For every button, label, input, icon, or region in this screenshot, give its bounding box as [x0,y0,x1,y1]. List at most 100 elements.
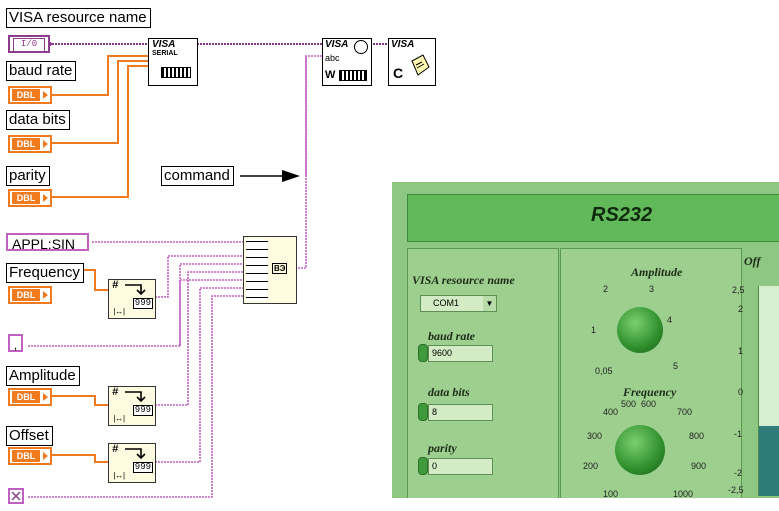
visa-close-vi[interactable]: VISA C [388,38,436,86]
format-num: 999 [132,298,153,309]
appl-sin-constant[interactable]: APPL:SIN [6,233,89,252]
dropdown-arrow-icon[interactable]: ▼ [483,296,496,311]
amplitude-knob[interactable] [617,307,663,353]
comma-constant[interactable]: , [8,334,23,352]
dbl-tag: DBL [12,89,40,101]
amplitude-terminal[interactable]: DBL [8,388,52,406]
terminal-arrow [43,140,48,148]
terminal-arrow [43,452,48,460]
wire-concat-out [295,55,322,269]
freq-tick: 400 [603,407,619,417]
terminal-arrow [43,291,48,299]
io-tag: I/0 [13,38,45,52]
freq-tick: 800 [689,431,705,441]
visa-resource-label: VISA resource name [6,8,151,28]
format-end: |↔| [112,472,127,481]
terminal-arrow [43,194,48,202]
visa-serial-config-vi[interactable]: VISA SERIAL [148,38,198,86]
offset-tick: -2 [734,468,743,478]
freq-tick: 900 [691,461,707,471]
offset-slider-fill [759,426,779,496]
command-label: command [161,166,234,186]
amp-tick: 3 [649,284,655,294]
visa-write-vi[interactable]: VISA abc W [322,38,372,86]
offset-tick: 2 [738,304,744,314]
serial-vi-sub: SERIAL [152,50,178,57]
freq-tick: 300 [587,431,603,441]
wire-parity [52,65,150,198]
terminal-arrow [43,91,48,99]
dbl-tag: DBL [12,138,40,150]
frequency-label-fp: Frequency [623,385,677,399]
baud-label: baud rate [428,329,476,343]
visa-terminal-arrow [48,40,53,48]
format-offset-node[interactable]: # 999 |↔| [108,443,156,483]
baud-rate-label: baud rate [6,61,77,81]
offset-label: Offset [6,426,53,446]
visa-value: COM1 [433,298,460,308]
serial-vi-title: VISA [152,39,176,50]
format-frequency-node[interactable]: # 999 |↔| [108,279,156,319]
freq-tick: 500 [621,399,637,409]
parity-increment-icon[interactable] [418,457,428,475]
offset-tick: -1 [734,429,743,439]
amp-tick: 4 [667,315,673,325]
format-amplitude-node[interactable]: # 999 |↔| [108,386,156,426]
amp-tick: 0,05 [595,366,613,376]
format-hash: # [112,280,119,292]
baud-rate-terminal[interactable]: DBL [8,86,52,104]
amplitude-label-fp: Amplitude [631,265,683,279]
close-vi-title: VISA [391,39,415,50]
concat-inputs-icon [246,239,268,301]
panel-title: RS232 [591,204,653,226]
parity-label-fp: parity [428,441,457,455]
dbl-tag: DBL [12,450,40,462]
format-num: 999 [132,462,153,473]
signal-settings-section: Amplitude 2 3 1 4 0,05 5 Frequency 500 6… [560,248,742,498]
visa-resource-terminal[interactable]: I/0 [8,35,50,53]
dbl-tag: DBL [12,391,40,403]
frequency-knob[interactable] [615,425,665,475]
offset-label-fp: Off [744,254,761,268]
write-vi-sub: abc [325,53,340,63]
offset-slider[interactable] [758,286,779,496]
format-num: 999 [132,405,153,416]
offset-tick: 0 [738,387,744,397]
baud-increment-icon[interactable] [418,344,428,362]
dbl-tag: DBL [12,192,40,204]
data-bits-label: data bits [6,110,70,130]
end-of-line-constant[interactable] [8,488,24,504]
concat-label: ВЭ [272,263,288,274]
terminal-arrow [43,393,48,401]
front-panel: RS232 VISA resource name COM1 ▼ baud rat… [392,182,779,498]
frequency-label: Frequency [6,263,84,283]
parity-input[interactable]: 0 [428,458,493,475]
format-end: |↔| [112,308,127,317]
serial-settings-section: VISA resource name COM1 ▼ baud rate 9600… [407,248,559,498]
offset-tick: -2,5 [728,485,744,495]
data-bits-terminal[interactable]: DBL [8,135,52,153]
offset-terminal[interactable]: DBL [8,447,52,465]
baud-input[interactable]: 9600 [428,345,493,362]
freq-tick: 200 [583,461,599,471]
freq-tick: 100 [603,489,619,498]
write-vi-title: VISA [325,39,349,50]
freq-tick: 600 [641,399,657,409]
panel-title-bar: RS232 [407,194,779,242]
databits-input[interactable]: 8 [428,404,493,421]
databits-increment-icon[interactable] [418,403,428,421]
frequency-terminal[interactable]: DBL [8,286,52,304]
wire-offset [52,454,108,463]
format-end: |↔| [112,415,127,424]
write-buffer-icon [339,70,367,81]
format-hash: # [112,387,119,399]
parity-terminal[interactable]: DBL [8,189,52,207]
format-hash: # [112,444,119,456]
parity-label: parity [6,166,50,186]
serial-port-icon [161,67,191,78]
concatenate-strings-node[interactable]: ВЭ [243,236,297,304]
wire-amplitude [52,395,108,406]
format-arrow-icon [125,448,146,460]
visa-label: VISA resource name [412,273,515,287]
visa-resource-select[interactable]: COM1 ▼ [420,295,497,312]
